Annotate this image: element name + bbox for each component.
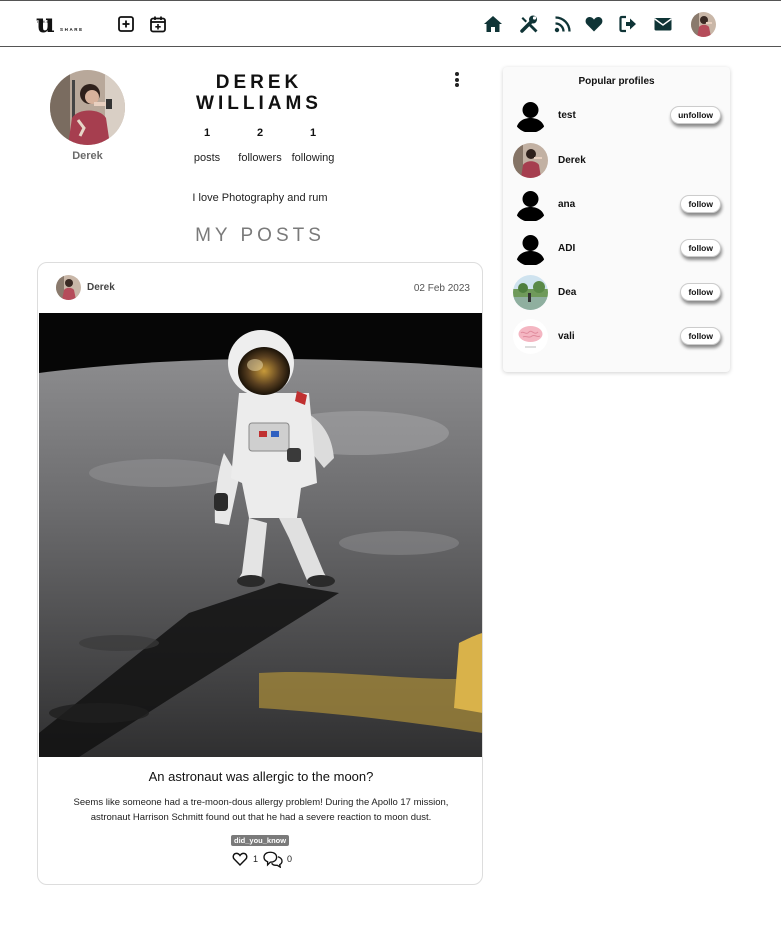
unfollow-button[interactable]: unfollow <box>670 106 721 124</box>
popular-profile-row[interactable]: Derek <box>503 141 730 181</box>
popular-profile-row[interactable]: ADI follow <box>503 229 730 269</box>
home-icon[interactable] <box>483 14 503 34</box>
post-title: An astronaut was allergic to the moon? <box>148 769 374 784</box>
following-label[interactable]: following <box>278 152 348 164</box>
popular-profile-name[interactable]: ADI <box>558 243 575 254</box>
popular-profiles-panel: Popular profiles test unfollow Derek ana… <box>503 67 730 372</box>
follow-button[interactable]: follow <box>680 195 721 213</box>
logo-letter: u <box>36 9 55 39</box>
comment-count: 0 <box>287 854 293 864</box>
top-navbar: u TAKE SHARE <box>0 0 781 47</box>
logo-text-bottom: SHARE <box>60 27 84 32</box>
popular-profile-name[interactable]: Derek <box>558 155 586 166</box>
popular-profile-name[interactable]: ana <box>558 199 575 210</box>
post-tag[interactable]: did_you_know <box>231 835 290 846</box>
popular-profile-row[interactable]: vali follow <box>503 317 730 357</box>
post-image[interactable] <box>39 313 482 757</box>
add-post-icon[interactable] <box>116 14 136 34</box>
tools-icon[interactable] <box>519 14 539 34</box>
post-author-name[interactable]: Derek <box>87 282 115 293</box>
post-body: Seems like someone had a tre-moon-dous a… <box>73 797 449 823</box>
followers-count[interactable]: 2 <box>235 127 285 139</box>
logout-icon[interactable] <box>618 14 638 34</box>
user-avatar-icon[interactable] <box>691 12 716 37</box>
post-author-avatar[interactable] <box>56 275 81 300</box>
follow-button[interactable]: follow <box>680 239 721 257</box>
popular-profile-row[interactable]: Dea follow <box>503 273 730 313</box>
popular-profile-row[interactable]: test unfollow <box>503 96 730 136</box>
profile-username: Derek <box>72 150 103 162</box>
heart-outline-icon[interactable] <box>232 851 248 867</box>
profile-full-name: DEREK WILLIAMS <box>196 72 322 114</box>
like-count: 1 <box>253 854 259 864</box>
profile-avatar-brain-icon[interactable] <box>513 319 548 354</box>
add-event-icon[interactable] <box>148 14 168 34</box>
popular-profile-row[interactable]: ana follow <box>503 185 730 225</box>
posts-count: 1 <box>203 127 211 139</box>
profile-avatar-silhouette-icon[interactable] <box>513 98 548 133</box>
post-card: Derek 02 Feb 2023 An astronaut was aller… <box>37 262 483 885</box>
comments-icon[interactable] <box>262 850 284 869</box>
heart-icon[interactable] <box>584 14 604 34</box>
post-date: 02 Feb 2023 <box>413 283 470 294</box>
popular-profiles-title: Popular profiles <box>578 76 655 87</box>
profile-avatar-silhouette-icon[interactable] <box>513 231 548 266</box>
more-options-icon[interactable] <box>452 72 462 88</box>
follow-button[interactable]: follow <box>680 327 721 345</box>
profile-avatar-photo[interactable] <box>513 143 548 178</box>
popular-profile-name[interactable]: test <box>558 110 576 121</box>
follow-button[interactable]: follow <box>680 283 721 301</box>
popular-profile-name[interactable]: vali <box>558 331 575 342</box>
profile-avatar <box>50 70 125 145</box>
mail-icon[interactable] <box>653 14 673 34</box>
popular-profile-name[interactable]: Dea <box>558 287 576 298</box>
my-posts-heading: MY POSTS <box>195 225 325 246</box>
profile-bio: I love Photography and rum <box>192 192 328 204</box>
app-logo[interactable]: u TAKE SHARE <box>36 9 96 39</box>
profile-avatar-silhouette-icon[interactable] <box>513 187 548 222</box>
logo-text-top: TAKE <box>36 19 51 24</box>
profile-avatar-photo[interactable] <box>513 275 548 310</box>
following-count[interactable]: 1 <box>288 127 338 139</box>
rss-icon[interactable] <box>553 14 573 34</box>
